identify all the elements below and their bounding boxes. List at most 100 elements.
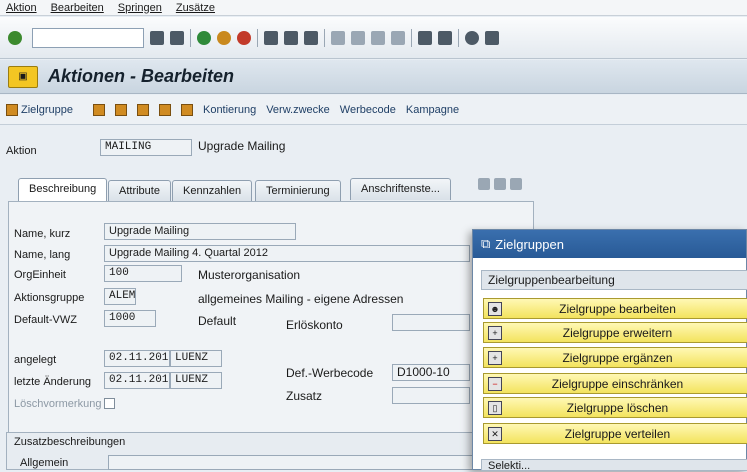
enter-icon[interactable] bbox=[8, 30, 22, 45]
new-session-icon[interactable] bbox=[418, 30, 432, 45]
add-icon: + bbox=[488, 350, 502, 365]
zielgruppe-bearbeiten-label: Zielgruppe bearbeiten bbox=[559, 301, 676, 316]
people-icon: ☻ bbox=[488, 301, 502, 316]
orgeinheit-field[interactable]: 100 bbox=[104, 265, 182, 282]
tab-terminierung[interactable]: Terminierung bbox=[255, 180, 341, 202]
transaction-icon: ▣ bbox=[8, 65, 38, 88]
loeschvormerkung-checkbox[interactable] bbox=[104, 398, 115, 409]
tab-list-icon[interactable] bbox=[510, 178, 522, 190]
erloeskonto-label: Erlöskonto bbox=[286, 318, 343, 332]
help-icon[interactable] bbox=[465, 30, 479, 45]
find-next-icon[interactable] bbox=[304, 30, 318, 45]
def-werbecode-label: Def.-Werbecode bbox=[286, 366, 374, 380]
orgeinheit-text: Musterorganisation bbox=[198, 268, 301, 282]
popup-title: Zielgruppen bbox=[495, 236, 564, 252]
popup-window-icon: ⧉ bbox=[481, 236, 491, 251]
hierarchy-icon[interactable] bbox=[158, 103, 171, 116]
next-page-icon[interactable] bbox=[371, 30, 385, 45]
aktionsgruppe-label: Aktionsgruppe bbox=[14, 292, 85, 304]
kampagne-link[interactable]: Kampagne bbox=[406, 104, 459, 116]
menu-item-bearbeiten[interactable]: Bearbeiten bbox=[51, 2, 104, 14]
people-icon bbox=[6, 103, 18, 116]
cancel-icon[interactable] bbox=[237, 30, 251, 45]
zielgruppe-verteilen-button[interactable]: ✕ Zielgruppe verteilen bbox=[483, 423, 747, 444]
print-icon[interactable] bbox=[264, 30, 278, 45]
zusatzbeschreibungen-title: Zusatzbeschreibungen bbox=[14, 436, 126, 448]
angelegt-user-field[interactable]: LUENZ bbox=[170, 350, 222, 367]
toolbar-separator bbox=[257, 28, 258, 47]
trash-icon: ▯ bbox=[488, 400, 502, 415]
tab-kennzahlen[interactable]: Kennzahlen bbox=[172, 180, 253, 202]
tab-attribute[interactable]: Attribute bbox=[108, 180, 171, 202]
save-icon[interactable] bbox=[170, 30, 184, 45]
loeschvormerkung-label: Löschvormerkung bbox=[14, 398, 102, 410]
menu-item-springen[interactable]: Springen bbox=[118, 2, 162, 14]
menu-item-zusaetze[interactable]: Zusätze bbox=[176, 2, 215, 14]
kontierung-link[interactable]: Kontierung bbox=[203, 104, 256, 116]
display-icon[interactable] bbox=[92, 103, 105, 116]
tab-beschreibung[interactable]: Beschreibung bbox=[18, 178, 108, 202]
aktionsgruppe-text: allgemeines Mailing - eigene Adressen bbox=[198, 292, 404, 306]
aktion-code-field[interactable]: MAILING bbox=[100, 139, 192, 156]
toolbar-separator bbox=[458, 28, 459, 47]
aktionsgruppe-field[interactable]: ALEM bbox=[104, 288, 136, 305]
name-kurz-label: Name, kurz bbox=[14, 228, 71, 240]
tab-scroll-right-icon[interactable] bbox=[494, 178, 506, 190]
zielgruppe-einschraenken-button[interactable]: − Zielgruppe einschränken bbox=[483, 373, 747, 394]
page-title: Aktionen - Bearbeiten bbox=[48, 66, 235, 86]
zielgruppe-button[interactable]: Zielgruppe bbox=[6, 103, 73, 116]
def-werbecode-field[interactable]: D1000-10 bbox=[392, 364, 470, 381]
aenderung-date-field[interactable]: 02.11.2012 bbox=[104, 372, 170, 389]
verwzwecke-link[interactable]: Verw.zwecke bbox=[266, 104, 330, 116]
chart-icon[interactable] bbox=[136, 103, 149, 116]
aktion-label: Aktion bbox=[6, 145, 37, 157]
tab-anschriftenste[interactable]: Anschriftenste... bbox=[350, 178, 451, 200]
werbecode-link[interactable]: Werbecode bbox=[340, 104, 396, 116]
allgemein-label: Allgemein bbox=[20, 457, 69, 469]
command-field[interactable] bbox=[32, 27, 144, 48]
default-vwz-field[interactable]: 1000 bbox=[104, 310, 156, 327]
back-icon[interactable] bbox=[197, 30, 211, 45]
allgemein-field[interactable] bbox=[108, 455, 474, 470]
action-icon[interactable] bbox=[180, 103, 193, 116]
layout-menu-icon[interactable] bbox=[485, 30, 499, 45]
zielgruppe-ergaenzen-label: Zielgruppe ergänzen bbox=[562, 350, 673, 365]
add-icon: + bbox=[488, 325, 502, 340]
find-icon[interactable] bbox=[284, 30, 298, 45]
zielgruppe-einschraenken-label: Zielgruppe einschränken bbox=[551, 376, 684, 391]
history-dropdown-icon[interactable] bbox=[150, 30, 164, 45]
edit-icon[interactable] bbox=[114, 103, 127, 116]
zusatz-field[interactable] bbox=[392, 387, 470, 404]
screen-title-bar: ▣ Aktionen - Bearbeiten bbox=[0, 60, 747, 94]
toolbar-separator bbox=[411, 28, 412, 47]
toolbar-separator bbox=[190, 28, 191, 47]
erloeskonto-field[interactable] bbox=[392, 314, 470, 331]
name-lang-field[interactable]: Upgrade Mailing 4. Quartal 2012 bbox=[104, 245, 470, 262]
zielgruppe-button-label: Zielgruppe bbox=[21, 103, 73, 116]
tab-scroll-left-icon[interactable] bbox=[478, 178, 490, 190]
angelegt-date-field[interactable]: 02.11.2012 bbox=[104, 350, 170, 367]
first-page-icon[interactable] bbox=[331, 30, 345, 45]
distribute-icon: ✕ bbox=[488, 426, 502, 441]
prev-page-icon[interactable] bbox=[351, 30, 365, 45]
application-toolbar: Zielgruppe Kontierung Verw.zwecke Werbec… bbox=[0, 95, 747, 125]
orgeinheit-label: OrgEinheit bbox=[14, 269, 66, 281]
name-kurz-field[interactable]: Upgrade Mailing bbox=[104, 223, 296, 240]
name-lang-label: Name, lang bbox=[14, 249, 71, 261]
zielgruppe-erweitern-button[interactable]: + Zielgruppe erweitern bbox=[483, 322, 747, 343]
popup-section2-title: Selekti... bbox=[481, 459, 747, 472]
aenderung-user-field[interactable]: LUENZ bbox=[170, 372, 222, 389]
zielgruppe-loeschen-button[interactable]: ▯ Zielgruppe löschen bbox=[483, 397, 747, 418]
menu-item-aktion[interactable]: Aktion bbox=[6, 2, 37, 14]
tab-panel-beschreibung bbox=[8, 201, 534, 470]
default-vwz-text: Default bbox=[198, 314, 237, 328]
zielgruppe-ergaenzen-button[interactable]: + Zielgruppe ergänzen bbox=[483, 347, 747, 368]
zielgruppe-erweitern-label: Zielgruppe erweitern bbox=[562, 325, 673, 340]
last-page-icon[interactable] bbox=[391, 30, 405, 45]
exit-icon[interactable] bbox=[217, 30, 231, 45]
zielgruppen-popup: ⧉ Zielgruppen Zielgruppenbearbeitung ☻ Z… bbox=[472, 229, 747, 472]
zielgruppe-bearbeiten-button[interactable]: ☻ Zielgruppe bearbeiten bbox=[483, 298, 747, 319]
shortcut-icon[interactable] bbox=[438, 30, 452, 45]
popup-title-bar[interactable]: ⧉ Zielgruppen bbox=[473, 230, 746, 258]
popup-section-title: Zielgruppenbearbeitung bbox=[481, 270, 747, 290]
